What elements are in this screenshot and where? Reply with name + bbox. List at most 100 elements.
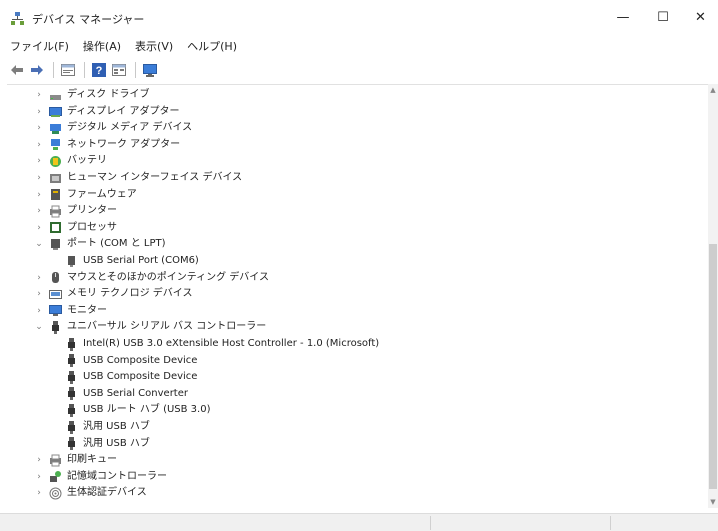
- tree-category[interactable]: › 生体認証デバイス: [33, 485, 147, 501]
- tree-item-label: Intel(R) USB 3.0 eXtensible Host Control…: [83, 338, 380, 349]
- tree-device[interactable]: 汎用 USB ハブ: [65, 419, 150, 435]
- printer-icon: [49, 205, 62, 218]
- minimize-button[interactable]: —: [603, 0, 643, 34]
- biometric-icon: [49, 487, 62, 500]
- tree-item-label: ネットワーク アダプター: [67, 138, 181, 150]
- tree-item-label: プロセッサ: [67, 221, 117, 233]
- chevron-right-icon[interactable]: ›: [33, 455, 45, 465]
- tree-device[interactable]: USB Serial Converter: [65, 386, 188, 402]
- tree-item-label: メモリ テクノロジ デバイス: [67, 288, 193, 300]
- device-tree-panel: › ディスク ドライブ › ディスプレイ アダプター › デジタル メディア デバイス › ネ…: [7, 84, 718, 508]
- usb-device-icon: [65, 403, 78, 417]
- tree-item-label: ポート (COM と LPT): [67, 238, 166, 250]
- window-title: デバイス マネージャー: [32, 13, 145, 26]
- tree-category[interactable]: › ヒューマン インターフェイス デバイス: [33, 170, 242, 186]
- toolbar-separator: [135, 62, 136, 78]
- scan-hardware-button[interactable]: [141, 61, 159, 79]
- chevron-right-icon[interactable]: ›: [33, 107, 45, 117]
- vertical-scrollbar[interactable]: ▲ ▼: [708, 84, 718, 508]
- status-bar-divider: [610, 516, 611, 530]
- status-bar: [0, 513, 718, 531]
- chevron-right-icon[interactable]: ›: [33, 223, 45, 233]
- chevron-down-icon[interactable]: ⌄: [33, 322, 45, 332]
- properties-button[interactable]: [59, 61, 77, 79]
- list-view-icon: [112, 64, 126, 76]
- tree-item-label: USB Composite Device: [83, 371, 198, 383]
- tree-category[interactable]: › 記憶域コントローラー: [33, 469, 167, 485]
- processor-icon: [49, 221, 62, 234]
- device-manager-icon: [11, 12, 24, 25]
- toolbar: ?: [0, 59, 718, 81]
- tree-item-label: ディスク ドライブ: [67, 89, 150, 100]
- chevron-right-icon[interactable]: ›: [33, 273, 45, 283]
- chevron-right-icon[interactable]: ›: [33, 289, 45, 299]
- tree-category[interactable]: › ネットワーク アダプター: [33, 137, 180, 153]
- forward-icon: [31, 65, 43, 75]
- toolbar-separator: [53, 62, 54, 78]
- scroll-up-icon[interactable]: ▲: [708, 86, 718, 94]
- tree-device[interactable]: USB ルート ハブ (USB 3.0): [65, 402, 210, 418]
- mouse-icon: [49, 271, 62, 284]
- disk-drive-icon: [49, 89, 62, 102]
- tree-category[interactable]: › バッテリ: [33, 153, 107, 169]
- chevron-right-icon[interactable]: ›: [33, 488, 45, 498]
- forward-button[interactable]: [28, 61, 46, 79]
- chevron-right-icon[interactable]: ›: [33, 123, 45, 133]
- tree-category[interactable]: › デジタル メディア デバイス: [33, 120, 192, 136]
- usb-device-icon: [65, 437, 78, 451]
- chevron-right-icon[interactable]: ›: [33, 472, 45, 482]
- tree-item-label: USB Composite Device: [83, 354, 198, 366]
- menu-help[interactable]: ヘルプ(H): [187, 38, 237, 54]
- close-button[interactable]: ✕: [683, 0, 718, 34]
- title-bar: デバイス マネージャー — ☐ ✕: [0, 0, 718, 34]
- usb-device-icon: [65, 387, 78, 401]
- storage-controller-icon: [49, 470, 62, 483]
- chevron-down-icon[interactable]: ⌄: [33, 239, 45, 249]
- chevron-right-icon[interactable]: ›: [33, 90, 45, 100]
- chevron-right-icon[interactable]: ›: [33, 173, 45, 183]
- tree-item-label: デジタル メディア デバイス: [67, 122, 193, 134]
- tree-item-label: モニター: [67, 304, 107, 316]
- back-button[interactable]: [8, 61, 26, 79]
- scroll-down-icon[interactable]: ▼: [708, 498, 718, 506]
- tree-category[interactable]: › ディスプレイ アダプター: [33, 104, 179, 120]
- tree-category[interactable]: › プリンター: [33, 203, 117, 219]
- tree-item-label: USB Serial Converter: [83, 387, 188, 399]
- status-bar-divider: [430, 516, 431, 530]
- tree-category[interactable]: ⌄ ユニバーサル シリアル バス コントローラー: [33, 319, 266, 335]
- usb-device-icon: [65, 370, 78, 384]
- tree-item-label: 汎用 USB ハブ: [83, 437, 150, 449]
- tree-category[interactable]: › ディスク ドライブ: [33, 87, 149, 103]
- tree-category[interactable]: › メモリ テクノロジ デバイス: [33, 286, 192, 302]
- menu-file[interactable]: ファイル(F): [10, 38, 69, 54]
- chevron-right-icon[interactable]: ›: [33, 190, 45, 200]
- tree-device[interactable]: USB Serial Port (COM6): [65, 253, 199, 269]
- tree-category[interactable]: ⌄ ポート (COM と LPT): [33, 236, 166, 252]
- tree-device[interactable]: 汎用 USB ハブ: [65, 436, 150, 452]
- tree-category[interactable]: › マウスとそのほかのポインティング デバイス: [33, 270, 269, 286]
- tree-device[interactable]: Intel(R) USB 3.0 eXtensible Host Control…: [65, 336, 379, 352]
- menu-view[interactable]: 表示(V): [135, 38, 173, 54]
- tree-category[interactable]: › プロセッサ: [33, 220, 117, 236]
- tree-category[interactable]: › モニター: [33, 303, 107, 319]
- monitor-icon: [49, 304, 62, 317]
- chevron-right-icon[interactable]: ›: [33, 140, 45, 150]
- properties-icon: [61, 64, 75, 76]
- chevron-right-icon[interactable]: ›: [33, 156, 45, 166]
- menu-action[interactable]: 操作(A): [83, 38, 121, 54]
- tree-item-label: 生体認証デバイス: [67, 487, 147, 499]
- maximize-button[interactable]: ☐: [643, 0, 683, 34]
- list-view-button[interactable]: [110, 61, 128, 79]
- tree-device[interactable]: USB Composite Device: [65, 369, 197, 385]
- help-button[interactable]: ?: [90, 61, 108, 79]
- svg-text:?: ?: [96, 65, 103, 77]
- network-adapter-icon: [49, 138, 62, 151]
- tree-category[interactable]: › ファームウェア: [33, 187, 137, 203]
- chevron-right-icon[interactable]: ›: [33, 306, 45, 316]
- tree-item-label: ユニバーサル シリアル バス コントローラー: [67, 321, 267, 333]
- scrollbar-thumb[interactable]: [709, 244, 717, 489]
- tree-category[interactable]: › 印刷キュー: [33, 452, 117, 468]
- chevron-right-icon[interactable]: ›: [33, 206, 45, 216]
- tree-device[interactable]: USB Composite Device: [65, 353, 197, 369]
- usb-device-icon: [65, 420, 78, 434]
